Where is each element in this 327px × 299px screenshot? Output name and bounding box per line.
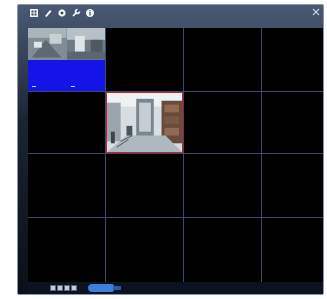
- no-signal-panel-2[interactable]: [66, 59, 105, 91]
- layout-1x1-button[interactable]: [50, 285, 56, 291]
- close-icon[interactable]: [311, 7, 321, 17]
- video-cell-14[interactable]: [106, 218, 184, 282]
- video-cell-12[interactable]: [262, 154, 323, 218]
- pen-icon[interactable]: [42, 7, 54, 19]
- selected-camera-feed[interactable]: [106, 92, 183, 153]
- video-cell-16[interactable]: [262, 218, 323, 282]
- video-cell-3[interactable]: [184, 28, 262, 92]
- layout-3x3-button[interactable]: [64, 285, 70, 291]
- video-cell-10[interactable]: [106, 154, 184, 218]
- settings-icon[interactable]: [56, 7, 68, 19]
- camera-feed-image: [107, 93, 182, 152]
- video-cell-1[interactable]: [28, 28, 106, 92]
- mode-toggle-button[interactable]: [88, 284, 115, 292]
- video-grid: [28, 28, 323, 282]
- camera-thumbnail-2[interactable]: [66, 28, 105, 60]
- toolbar: [17, 4, 324, 22]
- no-signal-panel-1[interactable]: [28, 59, 67, 91]
- video-cell-4[interactable]: [262, 28, 323, 92]
- info-icon[interactable]: [84, 7, 96, 19]
- video-cell-8[interactable]: [262, 92, 323, 154]
- video-cell-2[interactable]: [106, 28, 184, 92]
- video-cell-15[interactable]: [184, 218, 262, 282]
- grid-view-icon[interactable]: [28, 7, 40, 19]
- video-cell-9[interactable]: [28, 154, 106, 218]
- layout-2x2-button[interactable]: [57, 285, 63, 291]
- channel-marker-2: [70, 86, 75, 87]
- video-cell-5[interactable]: [28, 92, 106, 154]
- video-cell-13[interactable]: [28, 218, 106, 282]
- camera-thumbnail-1[interactable]: [28, 28, 67, 60]
- video-cell-7[interactable]: [184, 92, 262, 154]
- channel-marker-1: [32, 86, 36, 87]
- video-cell-11[interactable]: [184, 154, 262, 218]
- mode-toggle-tail: [113, 286, 121, 290]
- layout-buttons: [50, 285, 77, 291]
- quad-preview: [28, 28, 105, 91]
- video-cell-6[interactable]: [106, 92, 184, 154]
- bottom-bar: [28, 282, 323, 294]
- layout-4x4-button[interactable]: [71, 285, 77, 291]
- wrench-icon[interactable]: [70, 7, 82, 19]
